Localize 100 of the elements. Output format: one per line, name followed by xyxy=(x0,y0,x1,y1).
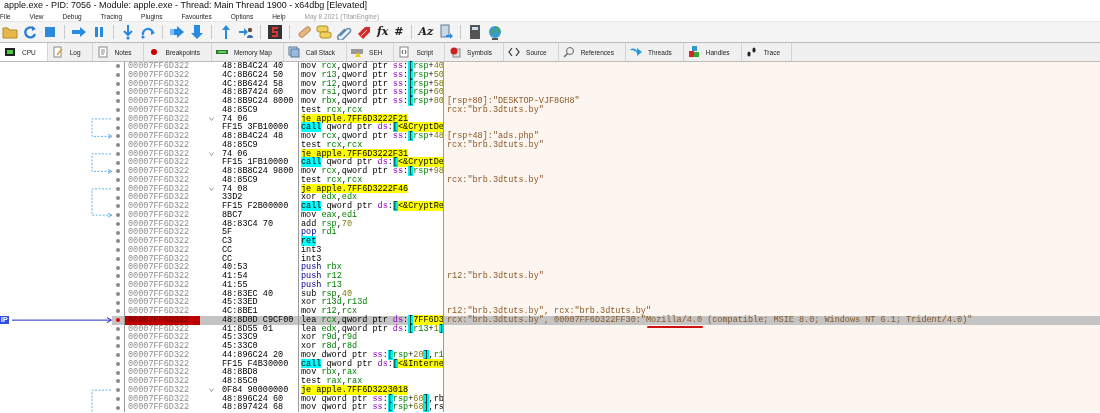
address-cell: 00007FF6D322 xyxy=(124,97,200,106)
breakpoint-dot[interactable] xyxy=(116,300,120,305)
breakpoint-dot[interactable] xyxy=(116,318,120,323)
bytes-cell: 44:896C24 20 xyxy=(222,350,284,360)
file-arrow-icon[interactable] xyxy=(438,24,455,40)
breakpoint-dot[interactable] xyxy=(116,230,120,235)
breakpoint-dot[interactable] xyxy=(116,344,120,349)
code-brackets-icon xyxy=(508,46,521,58)
breakpoint-dot[interactable] xyxy=(116,186,120,191)
address-cell: 00007FF6D322 xyxy=(124,368,200,377)
address-cell: 00007FF6D322 xyxy=(124,228,200,237)
breakpoint-dot[interactable] xyxy=(116,309,120,314)
folder-icon[interactable] xyxy=(2,24,18,40)
breakpoint-dot[interactable] xyxy=(116,125,120,130)
instruction-cell: mov rbx,rax xyxy=(301,367,358,378)
search-icon xyxy=(562,46,575,58)
breakpoint-dot[interactable] xyxy=(116,361,120,366)
bytes-cell: 48:8B4C24 48 xyxy=(222,132,284,141)
comment-text: rcx:"brb.3dtuts.by" xyxy=(447,139,544,150)
breakpoint-dot[interactable] xyxy=(116,353,120,358)
breakpoint-dot[interactable] xyxy=(116,81,120,86)
breakpoint-dot[interactable] xyxy=(116,274,120,279)
instruction-cell: push rbx xyxy=(301,262,342,273)
breakpoint-dot[interactable] xyxy=(116,239,120,244)
instruction-cell: call qword ptr ds:[<&Interne xyxy=(301,358,444,369)
breakpoint-dot[interactable] xyxy=(116,90,120,95)
toolbar-button[interactable]: # xyxy=(393,25,405,39)
bytes-cell: 45:33C0 xyxy=(222,342,258,351)
address-cell: 00007FF6D322 xyxy=(124,114,200,124)
script-s-icon[interactable] xyxy=(267,24,283,40)
bytes-cell: 74 06 xyxy=(222,114,248,124)
address-cell: 00007FF6D322 xyxy=(124,245,200,255)
breakpoint-dot[interactable] xyxy=(116,291,120,296)
address-cell: 00007FF6D322 xyxy=(124,79,200,89)
breakpoint-dot[interactable] xyxy=(116,134,120,139)
breakpoint-dot[interactable] xyxy=(116,99,120,104)
instruction-cell: mov rcx,qword ptr ss:[rsp+40 xyxy=(301,61,444,71)
document-icon xyxy=(96,46,109,58)
breakpoint-dot[interactable] xyxy=(116,326,120,331)
breakpoint-dot[interactable] xyxy=(116,169,120,174)
bytes-cell: 33D2 xyxy=(222,193,243,202)
address-cell: 00007FF6D322 xyxy=(124,70,200,80)
breakpoint-dot[interactable] xyxy=(116,73,120,78)
breakpoint-dot[interactable] xyxy=(116,335,120,340)
bandage-icon[interactable] xyxy=(296,24,312,40)
tags-icon[interactable] xyxy=(356,24,372,40)
down-arrow-icon[interactable] xyxy=(189,24,205,40)
breakpoint-dot[interactable] xyxy=(116,388,120,393)
bytes-cell: 41:8D55 01 xyxy=(222,324,273,334)
address-cell: 00007FF6D322 xyxy=(124,403,200,412)
double-arrow-icon[interactable] xyxy=(169,24,185,40)
step-into-icon[interactable] xyxy=(120,24,136,40)
breakpoint-dot[interactable] xyxy=(116,204,120,209)
comment-text: rcx:"brb.3dtuts.by", 00007FF6D322FF30:"Mozilla/4.0 (compatible; MSIE 8.0; Windows NT 6.1; Trident/4.0)" xyxy=(447,314,973,325)
breakpoint-dot[interactable] xyxy=(116,151,120,156)
bytes-cell: 48:85C9 xyxy=(222,105,258,115)
chip-icon xyxy=(4,46,16,58)
address-cell: 00007FF6D322 xyxy=(124,62,200,71)
comment-text: rcx:"brb.3dtuts.by" xyxy=(447,174,544,185)
breakpoint-dot[interactable] xyxy=(116,248,120,253)
instruction-cell: mov rcx,qword ptr ss:[rsp+48 xyxy=(301,131,444,141)
speech-bubbles-icon[interactable] xyxy=(316,24,332,40)
instruction-cell: mov r13,qword ptr ss:[rsp+50 xyxy=(301,69,444,80)
breakpoint-dot[interactable] xyxy=(116,370,120,375)
address-cell: 00007FF6D322 xyxy=(124,350,200,360)
right-arrow-icon[interactable] xyxy=(71,24,87,40)
breakpoint-dot[interactable] xyxy=(116,283,120,288)
breakpoint-dot[interactable] xyxy=(116,213,120,218)
address-cell: 00007FF6D322 xyxy=(124,324,200,334)
toolbar-button[interactable]: Az xyxy=(417,25,435,39)
footprints-icon xyxy=(745,46,758,58)
restart-icon[interactable] xyxy=(22,24,38,40)
instruction-cell: mov rsi,qword ptr ss:[rsp+60 xyxy=(301,87,444,98)
breakpoint-dot[interactable] xyxy=(116,178,120,183)
breakpoint-dot[interactable] xyxy=(116,108,120,113)
instruction-cell: je apple.7FF6D3223018 xyxy=(301,384,409,395)
breakpoint-dot[interactable] xyxy=(116,160,120,165)
breakpoint-dot[interactable] xyxy=(116,143,120,148)
globe-icon[interactable] xyxy=(487,24,504,40)
breakpoint-dot[interactable] xyxy=(116,405,120,410)
bytes-cell: FF15 3FB10000 xyxy=(222,123,289,132)
address-cell: 00007FF6D322 xyxy=(124,342,200,351)
stop-icon[interactable] xyxy=(42,24,58,40)
breakpoint-dot[interactable] xyxy=(116,64,120,69)
arrow-icon xyxy=(629,46,642,58)
breakpoint-dot[interactable] xyxy=(116,195,120,200)
breakpoint-dot[interactable] xyxy=(116,265,120,270)
toolbar-button[interactable]: fx xyxy=(376,25,390,39)
bytes-cell: CC xyxy=(222,254,233,264)
breakpoint-dot[interactable] xyxy=(116,256,120,261)
breakpoint-dot[interactable] xyxy=(116,396,120,401)
breakpoint-dot[interactable] xyxy=(116,116,120,121)
bytes-cell: FF15 F2B00000 xyxy=(222,202,289,211)
bytes-cell: 5F xyxy=(222,228,233,237)
bytes-cell: 48:85C0 xyxy=(222,377,258,386)
breakpoint-dot[interactable] xyxy=(116,221,120,226)
breakpoint-dot[interactable] xyxy=(116,379,120,384)
address-cell: 00007FF6D322 xyxy=(124,298,200,307)
bytes-cell: 74 08 xyxy=(222,184,248,194)
instruction-cell: lea rcx,qword ptr ds:[7FF6D3 xyxy=(301,314,444,325)
